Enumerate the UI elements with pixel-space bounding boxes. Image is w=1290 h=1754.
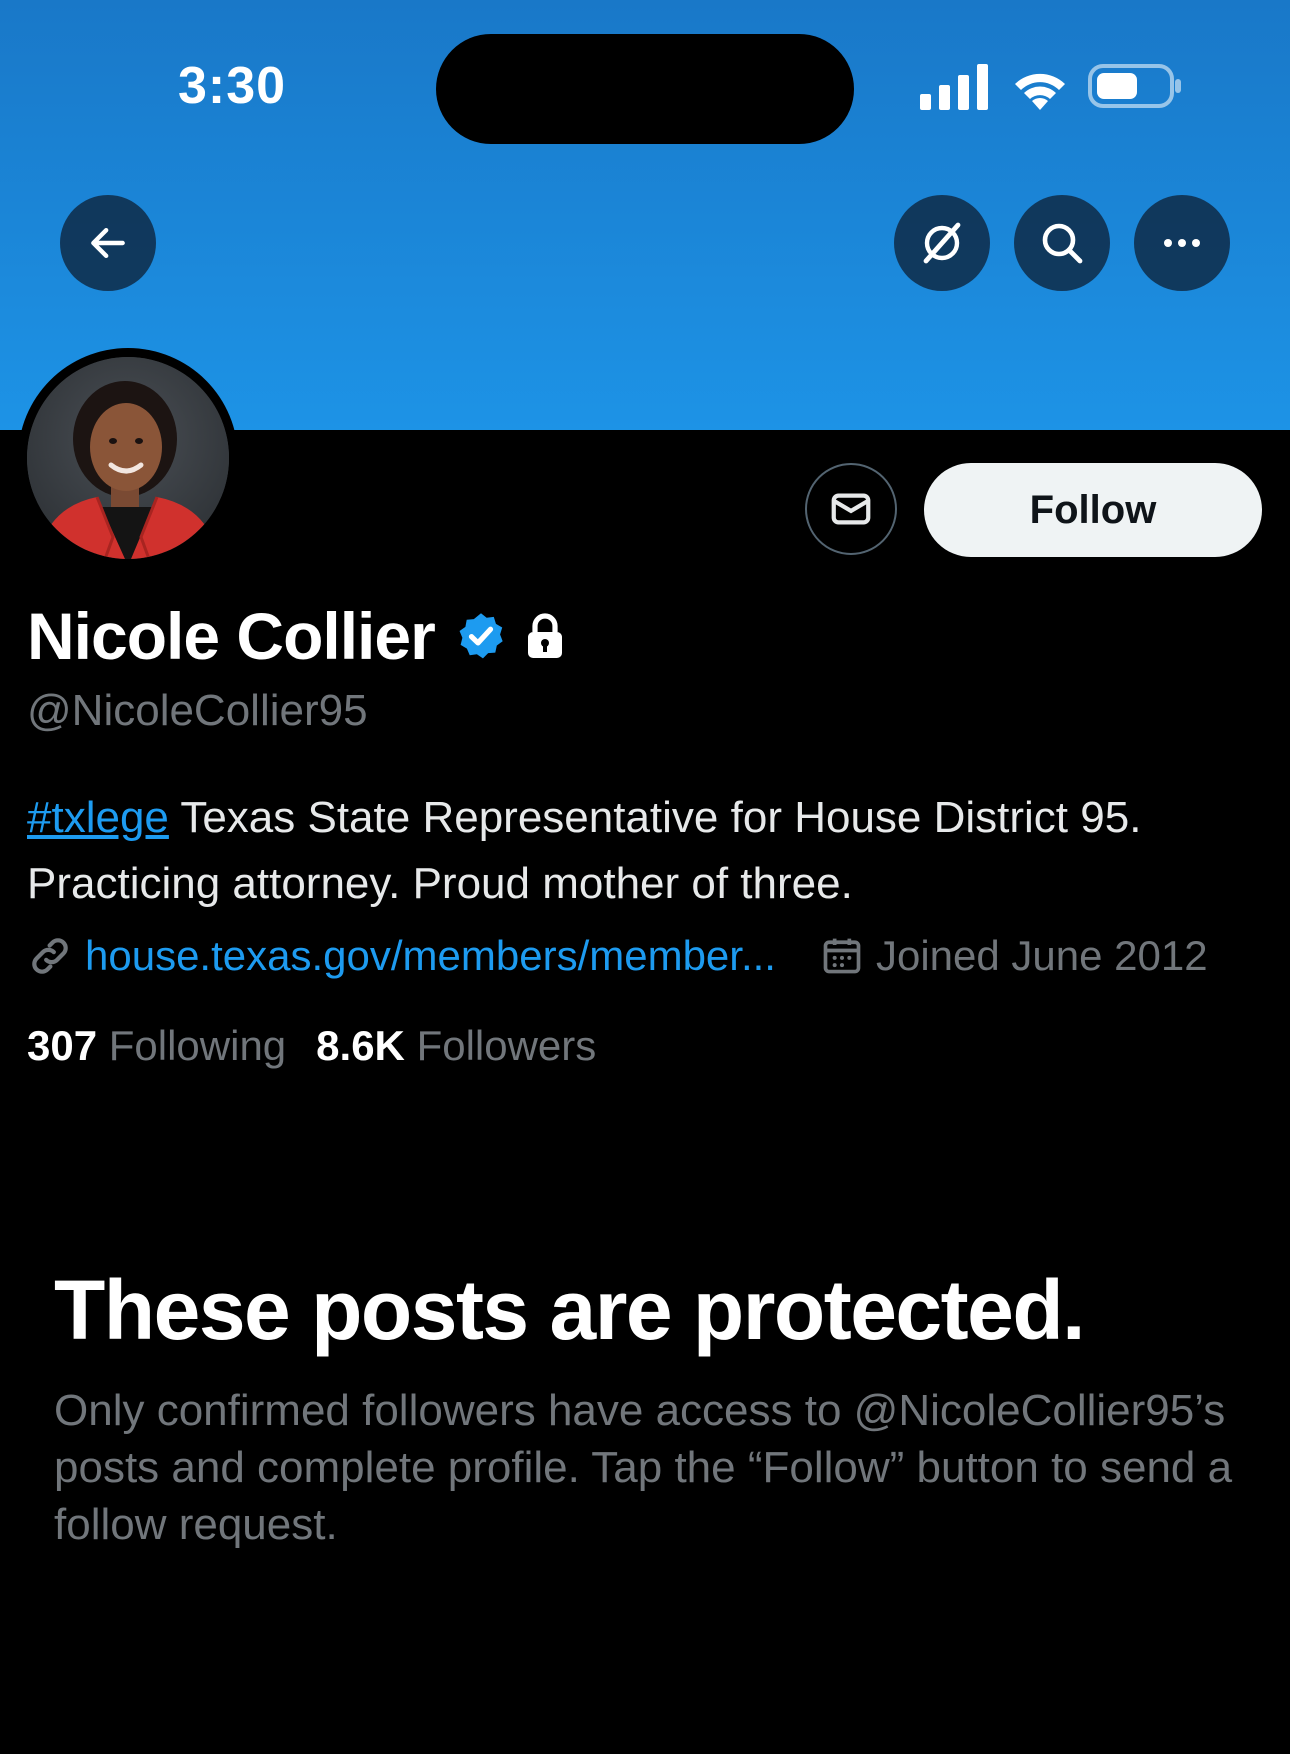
grok-icon [923, 222, 961, 264]
profile-meta: house.texas.gov/members/member... Joined… [27, 932, 1208, 980]
back-button[interactable] [60, 195, 156, 291]
envelope-icon [831, 493, 871, 525]
link-icon [32, 938, 68, 974]
protected-message: Only confirmed followers have access to … [54, 1386, 1233, 1549]
dynamic-island [436, 34, 854, 144]
protected-title: These posts are protected. [54, 1263, 1086, 1357]
following-stat[interactable]: 307 Following [27, 1022, 286, 1070]
following-count: 307 [27, 1022, 98, 1069]
user-handle: @NicoleCollier95 [27, 686, 368, 735]
follow-button[interactable]: Follow [924, 463, 1262, 557]
calendar-icon [823, 938, 861, 974]
verified-badge-icon [459, 613, 503, 659]
cellular-signal-icon [920, 64, 988, 110]
back-arrow-icon [91, 227, 125, 259]
more-icon [1164, 239, 1200, 247]
hashtag-link[interactable]: #txlege [27, 793, 169, 842]
wifi-icon [1015, 73, 1065, 110]
followers-count: 8.6K [316, 1022, 405, 1069]
status-time: 3:30 [178, 57, 287, 115]
battery-icon [1088, 64, 1181, 108]
grok-button[interactable] [894, 195, 990, 291]
more-button[interactable] [1134, 195, 1230, 291]
display-name: Nicole Collier [27, 599, 436, 673]
website-link[interactable]: house.texas.gov/members/member... [85, 932, 776, 980]
lock-icon [527, 613, 562, 658]
profile-page: 3:30 Follow Nicole Collier @NicoleCollie… [0, 0, 1290, 1754]
search-icon [1042, 223, 1083, 264]
name-row: Nicole Collier [27, 598, 567, 674]
status-icons [920, 62, 1181, 112]
avatar[interactable] [18, 348, 238, 568]
followers-label: Followers [416, 1022, 597, 1069]
following-label: Following [108, 1022, 287, 1069]
avatar-photo [27, 357, 229, 559]
bio-text: Texas State Representative for House Dis… [27, 793, 1142, 908]
follow-stats: 307 Following 8.6K Followers [27, 1022, 626, 1070]
search-button[interactable] [1014, 195, 1110, 291]
message-button[interactable] [805, 463, 897, 555]
joined-date: Joined June 2012 [875, 932, 1208, 979]
followers-stat[interactable]: 8.6K Followers [316, 1022, 596, 1070]
bio: #txlege Texas State Representative for H… [27, 785, 1267, 917]
